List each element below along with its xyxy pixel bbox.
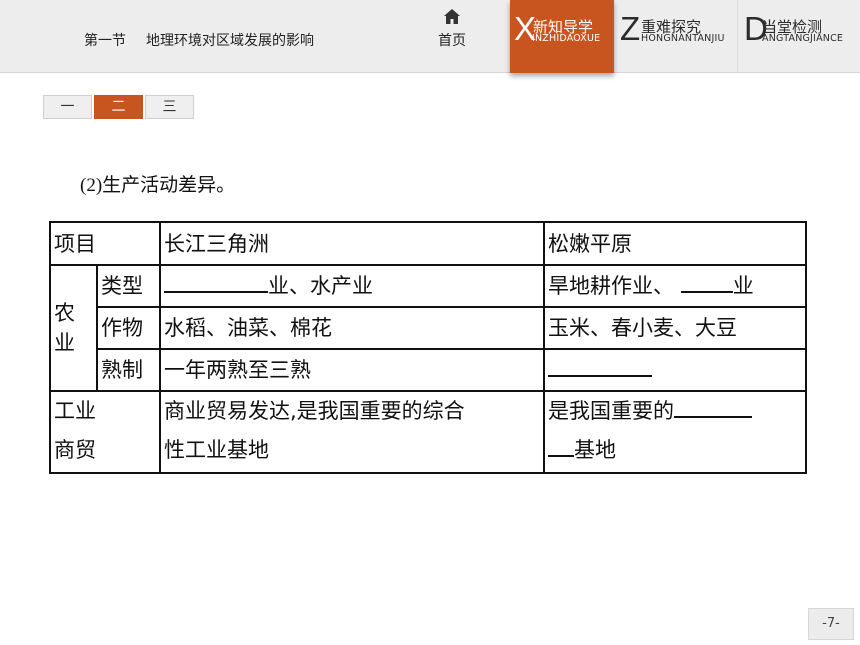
fill-blank[interactable] bbox=[548, 351, 652, 377]
row-label-industry: 工业 商贸 bbox=[49, 390, 161, 474]
row-label-crops: 作物 bbox=[96, 306, 161, 350]
cell-industry-region-1: 商业贸易发达,是我国重要的综合 性工业基地 bbox=[159, 390, 545, 474]
pager-item-3[interactable]: 三 bbox=[145, 95, 194, 119]
lesson-title-text: 地理环境对区域发展的影响 bbox=[146, 33, 314, 49]
type-region-1-text: 业、水产业 bbox=[268, 274, 373, 298]
home-label: 首页 bbox=[438, 33, 466, 49]
table-row-type: 农 业 类型 业、水产业 旱地耕作业、 业 bbox=[49, 264, 807, 392]
fill-blank[interactable] bbox=[164, 267, 268, 293]
section-subheading: (2)生产活动差异。 bbox=[80, 175, 236, 196]
home-button[interactable]: 首页 bbox=[430, 9, 474, 53]
header-item-cell: 项目 bbox=[49, 221, 161, 266]
cell-industry-region-2: 是我国重要的 基地 bbox=[543, 390, 807, 474]
row-label-cropping-system: 熟制 bbox=[96, 348, 161, 392]
table-row-industry: 工业 商贸 商业贸易发达,是我国重要的综合 性工业基地 是我国重要的 基地 bbox=[49, 390, 807, 474]
agriculture-label-char-2: 业 bbox=[54, 331, 75, 355]
tab-letter: Z bbox=[620, 10, 641, 47]
fill-blank[interactable] bbox=[674, 392, 752, 418]
comparison-table-wrap: 项目 长江三角洲 松嫩平原 农 业 类型 业、水产业 旱地耕作业、 业 作物 水… bbox=[49, 221, 807, 474]
agriculture-group-label: 农 业 bbox=[49, 264, 98, 392]
table-row-cropping-system: 熟制 一年两熟至三熟 bbox=[50, 348, 807, 392]
row-label-type: 类型 bbox=[96, 264, 161, 308]
cell-type-region-1: 业、水产业 bbox=[159, 264, 545, 308]
industry-region-1-line-2: 性工业基地 bbox=[164, 438, 269, 462]
page-number: -7- bbox=[808, 608, 854, 640]
fill-blank[interactable] bbox=[548, 431, 574, 457]
tab-zhongnan-tanjiu[interactable]: Z 重难探究 HONGNANTANJIU bbox=[616, 0, 738, 73]
pager-item-1[interactable]: 一 bbox=[43, 95, 92, 119]
cell-cropping-region-2 bbox=[543, 348, 807, 392]
industry-label-2: 商贸 bbox=[54, 438, 96, 462]
top-bar: 第一节 地理环境对区域发展的影响 首页 X 新知导学 INZHIDAOXUE Z … bbox=[0, 0, 860, 73]
cell-crops-region-2: 玉米、春小麦、大豆 bbox=[543, 306, 807, 350]
home-icon bbox=[444, 9, 460, 24]
tab-xinzhi-daoxue[interactable]: X 新知导学 INZHIDAOXUE bbox=[510, 0, 614, 73]
section-pager: 一 二 三 bbox=[43, 95, 194, 119]
cell-crops-region-1: 水稻、油菜、棉花 bbox=[159, 306, 545, 350]
industry-region-1-line-1: 商业贸易发达,是我国重要的综合 bbox=[164, 399, 465, 423]
comparison-table: 项目 长江三角洲 松嫩平原 农 业 类型 业、水产业 旱地耕作业、 业 作物 水… bbox=[49, 221, 807, 474]
type-region-2-suffix: 业 bbox=[732, 274, 754, 298]
lesson-number: 第一节 bbox=[84, 33, 126, 49]
header-region-2: 松嫩平原 bbox=[543, 221, 807, 266]
tab-sublabel: ANGTANGJIANCE bbox=[762, 33, 844, 44]
tab-dangtang-jiance[interactable]: D 当堂检测 ANGTANGJIANCE bbox=[740, 0, 860, 73]
lesson-title: 第一节 地理环境对区域发展的影响 bbox=[84, 30, 314, 50]
type-region-2-prefix: 旱地耕作业、 bbox=[548, 274, 674, 298]
header-region-1: 长江三角洲 bbox=[159, 221, 545, 266]
pager-item-2[interactable]: 二 bbox=[94, 95, 143, 119]
industry-region-2-suffix: 基地 bbox=[574, 438, 616, 462]
table-header-row: 项目 长江三角洲 松嫩平原 bbox=[49, 221, 807, 266]
fill-blank[interactable] bbox=[680, 267, 733, 293]
industry-region-2-prefix: 是我国重要的 bbox=[548, 399, 674, 423]
table-row-crops: 作物 水稻、油菜、棉花 玉米、春小麦、大豆 bbox=[50, 306, 807, 350]
industry-label-1: 工业 bbox=[54, 399, 96, 423]
cell-type-region-2: 旱地耕作业、 业 bbox=[543, 264, 807, 308]
tab-sublabel: HONGNANTANJIU bbox=[641, 33, 725, 44]
agriculture-label-char-1: 农 bbox=[54, 301, 75, 325]
tab-sublabel: INZHIDAOXUE bbox=[532, 33, 601, 44]
cell-cropping-region-1: 一年两熟至三熟 bbox=[159, 348, 545, 392]
